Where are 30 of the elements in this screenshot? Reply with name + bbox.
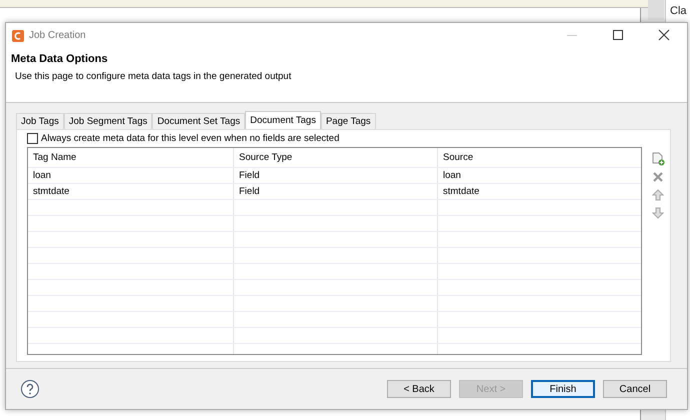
column-header: Tag Name xyxy=(28,148,234,167)
scrollbar[interactable] xyxy=(648,0,664,20)
tab[interactable]: Document Set Tags xyxy=(152,113,246,129)
down-arrow-icon[interactable] xyxy=(651,206,665,220)
tab[interactable]: Document Tags xyxy=(245,111,321,129)
column-header: Source xyxy=(442,151,474,165)
checkbox[interactable] xyxy=(27,133,38,144)
delete-icon[interactable] xyxy=(651,170,665,184)
tab[interactable]: Job Tags xyxy=(16,113,64,129)
table-cell: stmtdate xyxy=(28,184,234,199)
dialog-button[interactable]: Finish xyxy=(531,380,595,398)
tab[interactable]: Page Tags xyxy=(320,113,376,129)
dialog-button[interactable]: Cancel xyxy=(603,380,667,398)
background-window-text: Cla xyxy=(670,5,687,17)
tab[interactable]: Job Segment Tags xyxy=(64,113,152,129)
app-logo-icon xyxy=(12,30,24,42)
table-cell: loan xyxy=(28,168,234,183)
table-cell-text: loan xyxy=(442,169,462,183)
table-cell-text: stmtdate xyxy=(442,185,480,199)
page-description: Use this page to configure meta data tags in the generated output xyxy=(14,71,292,82)
table-cell: Field xyxy=(234,168,438,183)
add-document-icon[interactable] xyxy=(651,152,665,166)
table-cell: Field xyxy=(234,184,438,199)
dialog-button[interactable]: < Back xyxy=(387,380,451,398)
checkbox-label: Always create meta data for this level even when no fields are selected xyxy=(41,133,340,144)
window-title: Job Creation xyxy=(29,30,87,41)
column-header: Source Type xyxy=(234,148,438,167)
help-icon[interactable] xyxy=(20,379,40,399)
page-title: Meta Data Options xyxy=(11,53,109,65)
up-arrow-icon[interactable] xyxy=(651,188,665,202)
